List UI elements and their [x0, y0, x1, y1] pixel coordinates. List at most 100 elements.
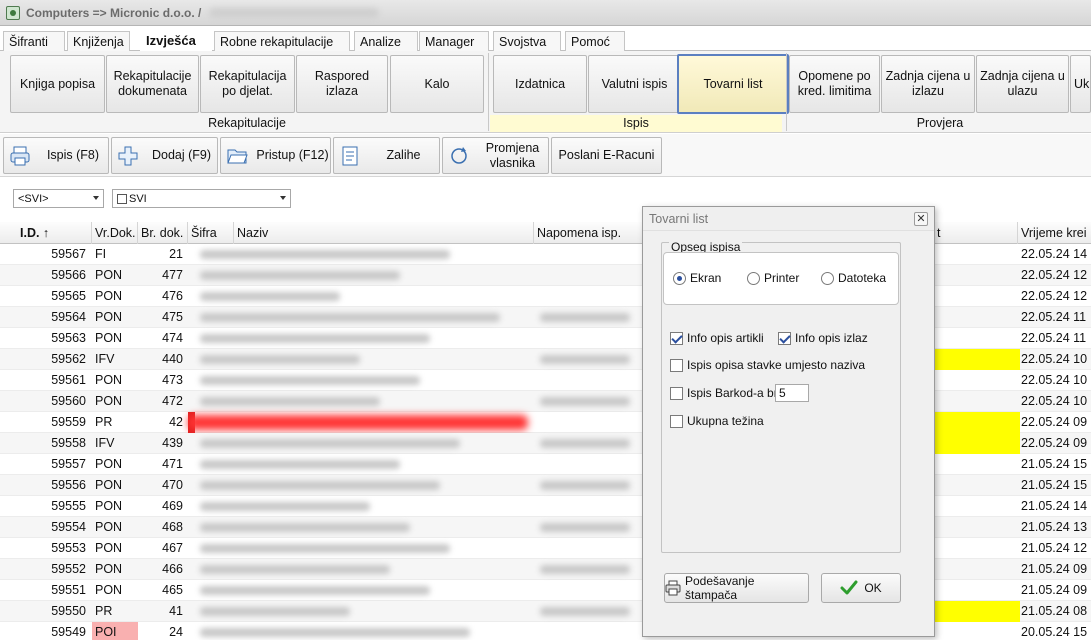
- valutni-ispis-button[interactable]: Valutni ispis: [588, 55, 681, 113]
- cell-id: 59560: [51, 394, 86, 408]
- cell-br-dok: 439: [162, 436, 183, 450]
- tab-pomoc[interactable]: Pomoć: [565, 31, 625, 51]
- cell-id: 59563: [51, 331, 86, 345]
- radio-printer[interactable]: Printer: [747, 271, 799, 285]
- cell-id: 59551: [51, 583, 86, 597]
- zalihe-button[interactable]: Zalihe: [333, 137, 440, 174]
- tab-robne-rekapitulacije[interactable]: Robne rekapitulacije: [214, 31, 350, 51]
- ispis-button[interactable]: Ispis (F8): [3, 137, 109, 174]
- cell-vrijeme: 22.05.24 09: [1021, 415, 1088, 429]
- column-vr-dok[interactable]: Vr.Dok.: [92, 222, 138, 244]
- cell-vr-dok: PON: [95, 541, 123, 555]
- dodaj-button[interactable]: Dodaj (F9): [111, 137, 218, 174]
- close-icon[interactable]: ✕: [914, 212, 928, 226]
- cell-br-dok: 465: [162, 583, 183, 597]
- cell-br-dok: 24: [169, 625, 183, 639]
- redacted-naziv: [200, 607, 350, 616]
- redacted-naziv: [200, 334, 430, 343]
- cell-vr-dok: PON: [95, 289, 123, 303]
- radio-ekran[interactable]: Ekran: [673, 271, 721, 285]
- cell-id: 59567: [51, 247, 86, 261]
- cell-id: 59562: [51, 352, 86, 366]
- barcode-count-input[interactable]: 5: [775, 384, 809, 402]
- redacted-naziv: [200, 271, 400, 280]
- tab-manager[interactable]: Manager: [419, 31, 489, 51]
- cell-id: 59564: [51, 310, 86, 324]
- cell-vr-dok: PON: [95, 478, 123, 492]
- knjiga-popisa-button[interactable]: Knjiga popisa: [10, 55, 105, 113]
- cell-vrijeme: 21.05.24 13: [1021, 520, 1088, 534]
- poslani-e-racuni-label: Poslani E-Racuni: [558, 148, 655, 162]
- radio-icon: [747, 271, 760, 285]
- tab-analize[interactable]: Analize: [354, 31, 418, 51]
- redacted-napomena: [540, 355, 630, 364]
- printer-setup-button[interactable]: Podešavanje štampača: [664, 573, 809, 603]
- redacted-napomena: [540, 439, 630, 448]
- cell-id: 59557: [51, 457, 86, 471]
- status-highlight: [934, 601, 1020, 622]
- cell-id: 59561: [51, 373, 86, 387]
- cell-vrijeme: 21.05.24 12: [1021, 541, 1088, 555]
- tovarni-list-button[interactable]: Tovarni list: [677, 54, 789, 114]
- group-label-provjera: Provjera: [916, 116, 964, 130]
- column-sifra[interactable]: Šifra: [188, 222, 234, 244]
- cell-vr-dok: POI: [92, 622, 138, 640]
- ok-button[interactable]: OK: [821, 573, 901, 603]
- cell-vrijeme: 21.05.24 15: [1021, 478, 1088, 492]
- title-bar: Computers => Micronic d.o.o. /: [0, 0, 1091, 26]
- tab-svojstva[interactable]: Svojstva: [493, 31, 561, 51]
- info-opis-artikli-label: Info opis artikli: [687, 331, 764, 345]
- column-vrijeme[interactable]: Vrijeme krei: [1018, 222, 1091, 244]
- column-id[interactable]: I.D. ↑: [0, 222, 92, 244]
- kalo-button[interactable]: Kalo: [390, 55, 484, 113]
- column-t[interactable]: t: [934, 222, 1018, 244]
- output-radio-group: Ekran Printer Datoteka: [663, 252, 899, 305]
- refresh-icon: [447, 144, 471, 168]
- redacted-naziv: [200, 544, 450, 553]
- cell-vrijeme: 22.05.24 12: [1021, 289, 1088, 303]
- cell-vrijeme: 21.05.24 15: [1021, 457, 1088, 471]
- redacted-napomena: [540, 481, 630, 490]
- cell-vrijeme: 22.05.24 09: [1021, 436, 1088, 450]
- info-opis-izlaz-checkbox[interactable]: Info opis izlaz: [778, 331, 868, 345]
- chevron-down-icon: [93, 196, 99, 200]
- redacted-napomena: [540, 313, 630, 322]
- tab-knjizenja[interactable]: Knjiženja: [67, 31, 130, 51]
- pristup-button[interactable]: Pristup (F12): [220, 137, 331, 174]
- ok-label: OK: [864, 581, 882, 595]
- checkbox-icon: [670, 386, 683, 400]
- status-combo[interactable]: SVI: [112, 189, 291, 208]
- redacted-naziv: [200, 481, 440, 490]
- opomene-po-kred-limitima-button[interactable]: Opomene po kred. limitima: [789, 55, 880, 113]
- info-opis-artikli-checkbox[interactable]: Info opis artikli: [670, 331, 764, 345]
- zadnja-cijena-izlaz-button[interactable]: Zadnja cijena u izlazu: [881, 55, 975, 113]
- tab-izvjesca[interactable]: Izvješća: [140, 29, 212, 52]
- cell-br-dok: 475: [162, 310, 183, 324]
- action-toolbar: Ispis (F8) Dodaj (F9) Pristup (F12) Zali…: [0, 134, 1091, 177]
- cell-vr-dok: IFV: [95, 436, 115, 450]
- checkbox-icon: [670, 414, 683, 428]
- radio-datoteka[interactable]: Datoteka: [821, 271, 886, 285]
- tovarni-list-dialog: Tovarni list ✕ Opseg ispisa Ekran Printe…: [642, 206, 935, 637]
- column-naziv[interactable]: Naziv: [234, 222, 534, 244]
- redacted-naziv: [200, 250, 450, 259]
- column-br-dok[interactable]: Br. dok.: [138, 222, 188, 244]
- zadnja-cijena-ulaz-button[interactable]: Zadnja cijena u ulazu: [976, 55, 1069, 113]
- doc-type-value: <SVI>: [18, 192, 49, 205]
- poslani-e-racuni-button[interactable]: Poslani E-Racuni: [551, 137, 662, 174]
- ispis-opisa-stavke-checkbox[interactable]: Ispis opisa stavke umjesto naziva: [670, 358, 865, 372]
- promjena-vlasnika-button[interactable]: Promjena vlasnika: [442, 137, 549, 174]
- tab-sifranti[interactable]: Šifranti: [3, 31, 65, 51]
- rekapitulacije-dokumenata-button[interactable]: Rekapitulacije dokumenata: [106, 55, 199, 113]
- cell-id: 59554: [51, 520, 86, 534]
- uk-button[interactable]: Uk: [1070, 55, 1091, 113]
- ispis-barkoda-checkbox[interactable]: Ispis Barkod-a br. :: [670, 386, 787, 400]
- zalihe-label: Zalihe: [386, 148, 421, 162]
- raspored-izlaza-button[interactable]: Raspored izlaza: [296, 55, 388, 113]
- checkbox-checked-icon: [778, 331, 791, 345]
- izdatnica-button[interactable]: Izdatnica: [493, 55, 587, 113]
- doc-type-combo[interactable]: <SVI>: [13, 189, 104, 208]
- cell-vr-dok: PON: [95, 520, 123, 534]
- ukupna-tezina-checkbox[interactable]: Ukupna težina: [670, 414, 764, 428]
- rekapitulacija-po-djelat-button[interactable]: Rekapitulacija po djelat.: [200, 55, 295, 113]
